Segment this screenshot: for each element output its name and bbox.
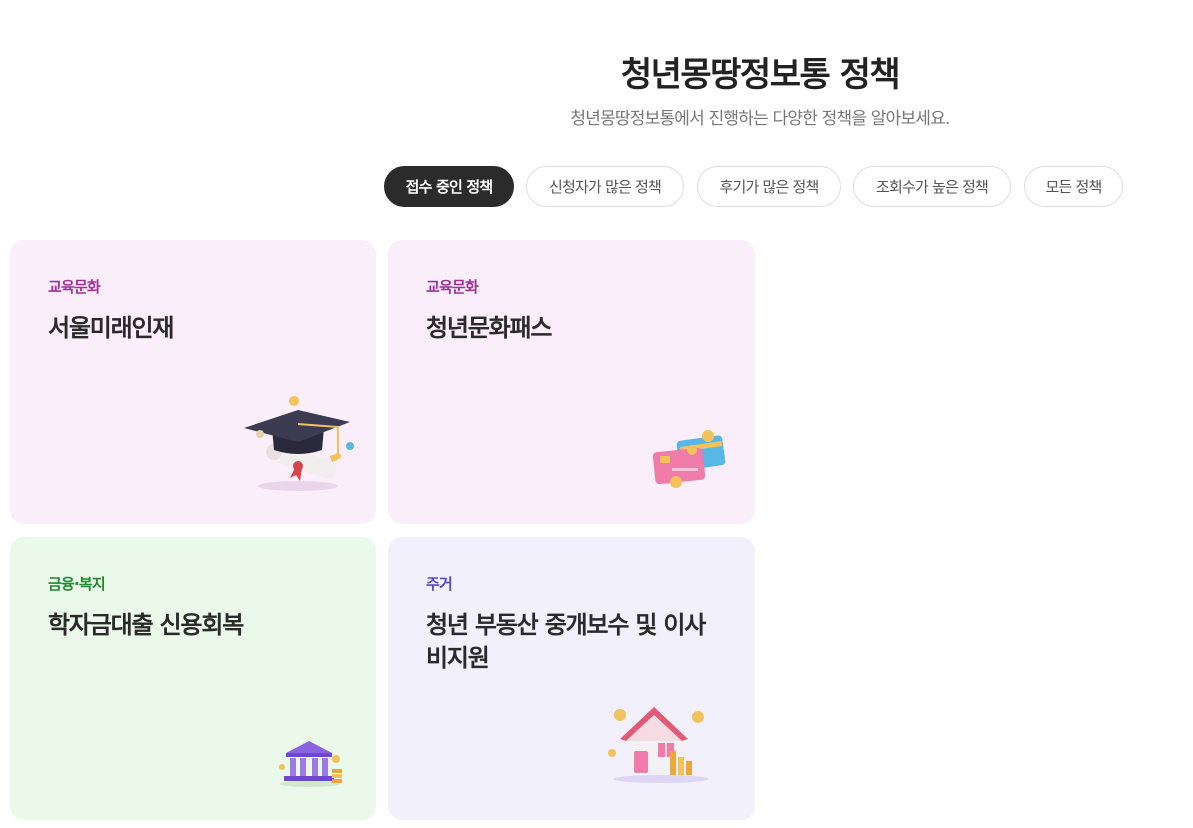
policy-card-seoul-future-talent[interactable]: 교육문화 서울미래인재	[10, 240, 376, 524]
tab-most-applicants[interactable]: 신청자가 많은 정책	[526, 166, 684, 207]
house-icon	[606, 701, 716, 785]
tab-most-views[interactable]: 조회수가 높은 정책	[853, 166, 1011, 207]
tab-most-reviews[interactable]: 후기가 많은 정책	[697, 166, 841, 207]
bank-icon	[276, 737, 346, 789]
card-category: 주거	[426, 575, 453, 593]
tab-open-policies[interactable]: 접수 중인 정책	[384, 166, 514, 207]
graduation-cap-icon	[238, 390, 358, 495]
card-category: 금융·복지	[48, 575, 106, 593]
card-category: 교육문화	[48, 278, 101, 296]
credit-cards-icon	[650, 428, 730, 492]
card-category: 교육문화	[426, 278, 479, 296]
policy-card-youth-realestate-moving-support[interactable]: 주거 청년 부동산 중개보수 및 이사비지원	[388, 537, 755, 820]
card-title: 청년 부동산 중개보수 및 이사비지원	[426, 611, 706, 672]
policy-card-student-loan-credit-recovery[interactable]: 금융·복지 학자금대출 신용회복	[10, 537, 376, 820]
card-title: 학자금대출 신용회복	[48, 611, 244, 639]
page-title: 청년몽땅정보통 정책	[620, 55, 901, 95]
page-subtitle: 청년몽땅정보통에서 진행하는 다양한 정책을 알아보세요.	[570, 109, 950, 129]
tab-all-policies[interactable]: 모든 정책	[1024, 166, 1123, 207]
policy-card-youth-culture-pass[interactable]: 교육문화 청년문화패스	[388, 240, 755, 524]
card-title: 청년문화패스	[426, 314, 552, 342]
card-title: 서울미래인재	[48, 314, 174, 342]
